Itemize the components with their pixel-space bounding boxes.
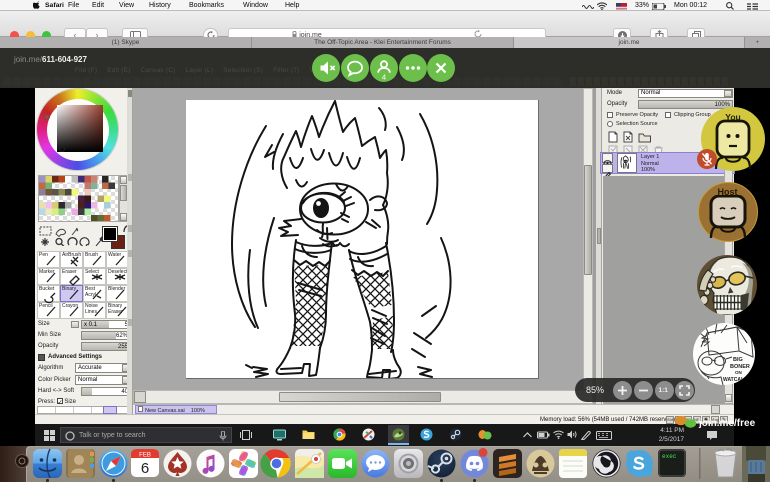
- svg-text:WATCALIA: WATCALIA: [723, 377, 749, 383]
- svg-text:FEB: FEB: [139, 453, 151, 459]
- svg-text:ON: ON: [735, 370, 742, 375]
- svg-text:4: 4: [382, 73, 386, 82]
- svg-text:exec: exec: [662, 453, 677, 460]
- svg-text:join.me/free: join.me/free: [698, 418, 756, 429]
- svg-text:6: 6: [141, 460, 149, 477]
- svg-text:BIG: BIG: [733, 357, 743, 363]
